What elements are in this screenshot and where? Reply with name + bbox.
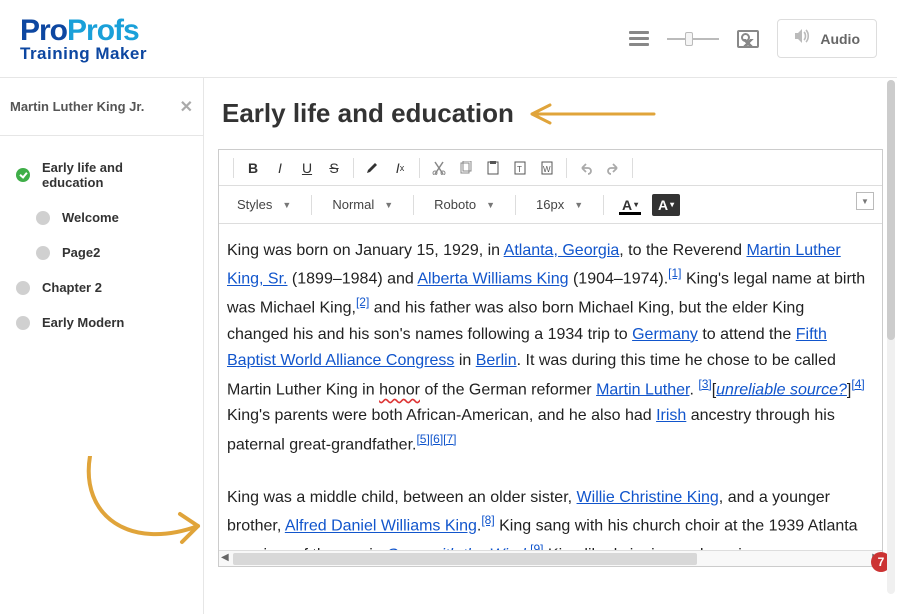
link-willie[interactable]: Willie Christine King: [577, 489, 719, 506]
ref-6[interactable]: [6]: [430, 432, 443, 446]
spell-error: honor: [379, 381, 420, 398]
styles-dropdown[interactable]: Styles▼: [229, 194, 299, 215]
link-alfred[interactable]: Alfred Daniel Williams King: [285, 518, 477, 535]
bullet-icon: [36, 246, 50, 260]
text: , to the Reverend: [619, 242, 746, 259]
header-controls: Audio: [629, 19, 877, 58]
text: in: [454, 352, 475, 369]
bullet-icon: [36, 211, 50, 225]
svg-text:T: T: [517, 165, 522, 174]
copy-button[interactable]: [454, 156, 478, 180]
check-icon: [16, 168, 30, 182]
editor-toolbar-1: B I U S Ix T: [219, 150, 882, 186]
bold-button[interactable]: B: [241, 156, 265, 180]
sidebar-item-label: Early life and education: [42, 160, 187, 190]
sidebar-item-page2[interactable]: Page2: [0, 235, 203, 270]
ref-3[interactable]: [3]: [698, 377, 711, 391]
highlight-button[interactable]: [361, 156, 385, 180]
editor-content[interactable]: King was born on January 15, 1929, in At…: [219, 224, 882, 550]
rich-text-editor: B I U S Ix T: [218, 149, 883, 567]
page-title: Early life and education: [222, 98, 514, 129]
menu-icon[interactable]: [629, 31, 649, 46]
link-alberta[interactable]: Alberta Williams King: [417, 271, 568, 288]
bullet-icon: [16, 281, 30, 295]
sidebar-item-label: Welcome: [62, 210, 119, 225]
paste-button[interactable]: [481, 156, 505, 180]
page-scrollbar[interactable]: [887, 80, 895, 594]
title-row: Early life and education: [218, 78, 883, 149]
paragraph-dropdown[interactable]: Normal▼: [324, 194, 401, 215]
paste-text-button[interactable]: T: [508, 156, 532, 180]
sidebar-item-early-modern[interactable]: Early Modern: [0, 305, 203, 340]
text: (1904–1974).: [569, 271, 669, 288]
strikethrough-button[interactable]: S: [322, 156, 346, 180]
editor-toolbar-2: Styles▼ Normal▼ Roboto▼ 16px▼ A▾ A▾ ▼: [219, 186, 882, 224]
size-dropdown[interactable]: 16px▼: [528, 194, 591, 215]
svg-text:W: W: [543, 165, 551, 174]
ref-5[interactable]: [5]: [416, 432, 429, 446]
annotation-arrow-icon: [526, 101, 656, 127]
unreliable-link[interactable]: unreliable source?: [716, 381, 847, 398]
sidebar-header: Martin Luther King Jr. ✕: [0, 78, 203, 136]
logo-sub: Training Maker: [20, 44, 147, 64]
logo-pro: Pro: [20, 14, 67, 47]
ref-4[interactable]: [4]: [851, 377, 864, 391]
underline-button[interactable]: U: [295, 156, 319, 180]
link-luther[interactable]: Martin Luther: [596, 381, 689, 398]
ref-1[interactable]: [1]: [668, 266, 681, 280]
paste-word-button[interactable]: W: [535, 156, 559, 180]
bg-color-button[interactable]: A▾: [652, 194, 680, 216]
link-irish[interactable]: Irish: [656, 407, 686, 424]
link-berlin[interactable]: Berlin: [476, 352, 517, 369]
clear-format-button[interactable]: Ix: [388, 156, 412, 180]
font-dropdown[interactable]: Roboto▼: [426, 194, 503, 215]
text: King's parents were both African-America…: [227, 407, 656, 424]
sidebar-item-label: Page2: [62, 245, 100, 260]
sidebar: Martin Luther King Jr. ✕ Early life and …: [0, 78, 204, 614]
top-bar: ProProfs Training Maker Audio: [0, 0, 897, 78]
zoom-slider[interactable]: [667, 32, 719, 46]
text: .: [689, 381, 693, 398]
speaker-icon: [794, 28, 812, 49]
text: (1899–1984) and: [287, 271, 417, 288]
course-title: Martin Luther King Jr.: [10, 99, 144, 114]
audio-label: Audio: [820, 31, 860, 47]
content-area: Early life and education B I U S Ix: [204, 78, 897, 614]
link-germany[interactable]: Germany: [632, 326, 698, 343]
cut-button[interactable]: [427, 156, 451, 180]
image-icon[interactable]: [737, 30, 759, 48]
ref-9[interactable]: [9]: [530, 542, 543, 550]
nav-list: Early life and education Welcome Page2 C…: [0, 136, 203, 340]
text: King was born on January 15, 1929, in: [227, 242, 504, 259]
italic-button[interactable]: I: [268, 156, 292, 180]
logo-profs: Profs: [67, 14, 139, 47]
sidebar-item-label: Early Modern: [42, 315, 124, 330]
editor-body[interactable]: King was born on January 15, 1929, in At…: [219, 224, 882, 550]
undo-button[interactable]: [574, 156, 598, 180]
redo-button[interactable]: [601, 156, 625, 180]
link-atlanta[interactable]: Atlanta, Georgia: [504, 242, 620, 259]
horizontal-scrollbar[interactable]: ◀ ▶: [219, 550, 882, 566]
bullet-icon: [16, 316, 30, 330]
text: of the German reformer: [420, 381, 596, 398]
logo[interactable]: ProProfs Training Maker: [20, 14, 147, 64]
sidebar-item-label: Chapter 2: [42, 280, 102, 295]
toolbar-expand-button[interactable]: ▼: [856, 192, 874, 210]
scroll-thumb[interactable]: [233, 553, 697, 565]
audio-button[interactable]: Audio: [777, 19, 877, 58]
ref-8[interactable]: [8]: [481, 513, 494, 527]
scroll-left-icon[interactable]: ◀: [221, 552, 229, 563]
text: to attend the: [698, 326, 796, 343]
sidebar-item-chapter2[interactable]: Chapter 2: [0, 270, 203, 305]
text: King was a middle child, between an olde…: [227, 489, 577, 506]
ref-2[interactable]: [2]: [356, 295, 369, 309]
ref-7[interactable]: [7]: [443, 432, 456, 446]
close-icon[interactable]: ✕: [180, 97, 193, 117]
text-color-button[interactable]: A▾: [616, 194, 644, 216]
sidebar-item-welcome[interactable]: Welcome: [0, 200, 203, 235]
sidebar-item-early-life[interactable]: Early life and education: [0, 150, 203, 200]
